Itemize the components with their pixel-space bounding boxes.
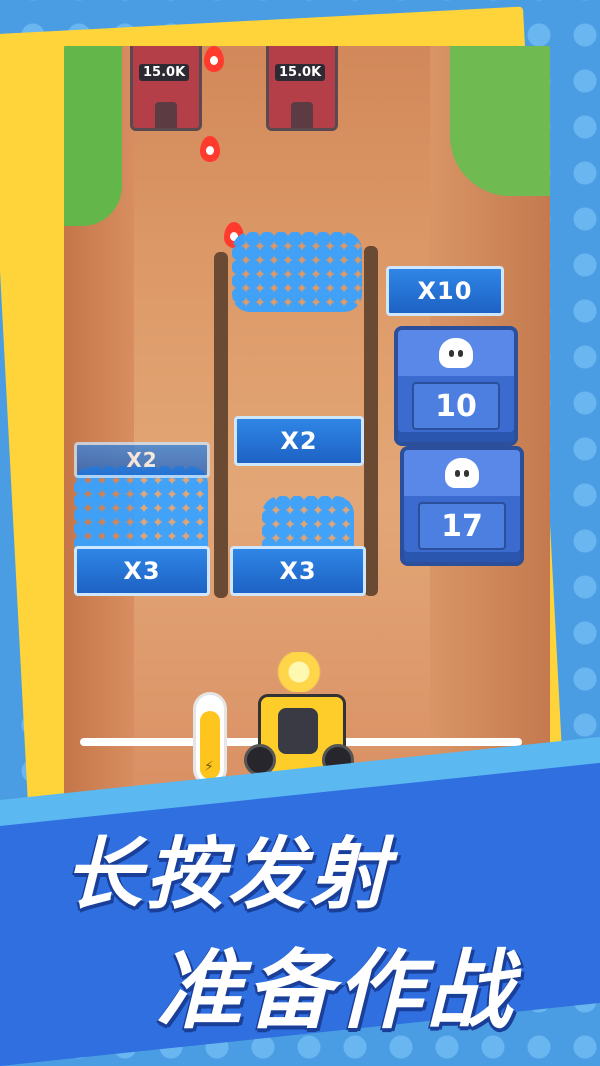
power-gauge: ⚡ xyxy=(193,692,227,786)
crate-top xyxy=(404,450,520,496)
tower-door xyxy=(291,102,313,128)
unit-crowd xyxy=(232,232,362,312)
multiplier-gate: X3 xyxy=(230,546,366,596)
tower-door xyxy=(155,102,177,128)
slogan-line-2: 准备作战 xyxy=(156,941,516,1041)
tower-hp-label: 15.0K xyxy=(275,64,326,81)
multiplier-gate: X10 xyxy=(386,266,504,316)
multiplier-gate: X2 xyxy=(234,416,364,466)
muzzle-flash xyxy=(266,652,332,692)
ghost-icon xyxy=(439,338,473,368)
ghost-icon xyxy=(445,458,479,488)
multiplier-gate: X3 xyxy=(74,546,210,596)
enemy-tower[interactable]: 15.0K xyxy=(130,46,202,131)
grass-left xyxy=(64,46,122,226)
unit-crate[interactable]: 10 xyxy=(394,326,518,446)
fire-icon xyxy=(200,136,220,162)
track-rail xyxy=(364,246,378,596)
slogan-line-1: 长按发射 xyxy=(64,830,393,920)
crate-count: 17 xyxy=(418,502,506,550)
track-rail xyxy=(214,252,228,598)
crate-top xyxy=(398,330,514,376)
multiplier-gate: X2 xyxy=(74,442,210,478)
tank-cockpit xyxy=(278,708,318,754)
tower-hp-label: 15.0K xyxy=(139,64,190,81)
fire-icon xyxy=(204,46,224,72)
bolt-icon: ⚡ xyxy=(204,759,214,775)
unit-crate[interactable]: 17 xyxy=(400,446,524,566)
crate-count: 10 xyxy=(412,382,500,430)
grass-right xyxy=(450,46,550,196)
enemy-tower[interactable]: 15.0K xyxy=(266,46,338,131)
